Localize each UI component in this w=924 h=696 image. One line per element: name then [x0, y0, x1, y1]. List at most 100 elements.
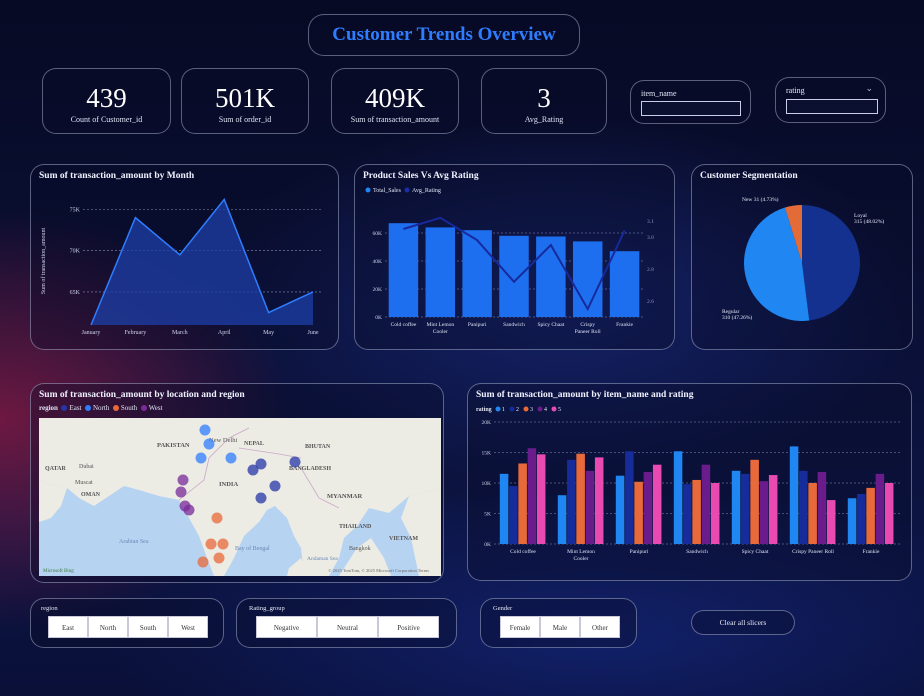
- sales-bar: [572, 241, 603, 317]
- x-tick-label: June: [308, 330, 319, 336]
- rating-group-option-negative[interactable]: Negative: [256, 616, 317, 638]
- region-option-west[interactable]: West: [168, 616, 208, 638]
- legend-marker: [551, 406, 557, 412]
- title-card: Customer Trends Overview: [308, 14, 580, 56]
- map-label: Andaman Sea: [307, 556, 338, 562]
- landmass: [401, 488, 441, 576]
- map-bubble: [225, 452, 237, 464]
- item-name-dropdown[interactable]: [641, 101, 741, 116]
- x-tick-label: Panipuri: [630, 549, 649, 555]
- x-tick-label: Cooler: [433, 329, 448, 335]
- slicer-label: item_name: [641, 89, 677, 98]
- rating-bar: [750, 459, 759, 544]
- rating-bar: [847, 498, 857, 544]
- customer-segmentation-panel: Customer Segmentation Loyal 315 (48.02%) R…: [691, 164, 913, 350]
- y-tick-label: 5K: [484, 512, 491, 518]
- pie-data-label: 315 (48.02%): [854, 218, 884, 225]
- map-bubble: [217, 538, 229, 550]
- legend-label: Total_Sales: [373, 188, 402, 194]
- legend-marker: [365, 187, 371, 193]
- kpi-label: Count of Customer_id: [70, 115, 143, 124]
- rating-group-option-positive[interactable]: Positive: [378, 616, 439, 638]
- rating-bar: [518, 463, 527, 544]
- rating-bar: [594, 457, 604, 544]
- item-name-slicer[interactable]: item_name: [630, 80, 751, 124]
- map-label: PAKISTAN: [157, 442, 190, 449]
- kpi-value: 439: [86, 83, 127, 113]
- legend-marker: [495, 406, 501, 412]
- legend-label: East: [69, 404, 82, 412]
- y-tick-label: 65K: [70, 290, 81, 296]
- sales-bar: [388, 223, 419, 317]
- month-area-chart-panel: Sum of transaction_amount by Month 65K 70…: [30, 164, 339, 350]
- month-area-chart: 65K 70K 75K January February March April May Jun…: [40, 197, 321, 336]
- rating-bar: [536, 454, 546, 544]
- clear-all-label: Clear all slicers: [719, 618, 767, 627]
- rating-bar: [817, 472, 827, 544]
- x-tick-label: Panipuri: [468, 322, 487, 328]
- y2-tick-label: 2.8: [647, 267, 654, 273]
- map-label: Bay of Bengal: [235, 545, 270, 552]
- gender-option-female[interactable]: Female: [500, 616, 540, 638]
- map-svg[interactable]: PAKISTAN New Delhi NEPAL BHUTAN BANGLADE…: [39, 418, 441, 576]
- region-option-north[interactable]: North: [88, 616, 128, 638]
- x-tick-label: May: [263, 330, 274, 336]
- y-tick-label: 20K: [373, 287, 383, 293]
- rating-bar: [808, 483, 817, 544]
- legend-label: 4: [544, 407, 547, 413]
- chevron-down-icon[interactable]: ⌄: [865, 83, 873, 94]
- x-tick-label: Mint Lemon: [567, 549, 595, 555]
- rating-bar: [652, 464, 662, 544]
- rating-slicer[interactable]: rating ⌄: [775, 77, 886, 123]
- gender-option-male[interactable]: Male: [540, 616, 580, 638]
- rating-bar: [585, 470, 595, 544]
- item-rating-bar-chart: rating 1 2 3 4 5 0K 5K 10K 15K 20K Cold coffee Mint …: [476, 406, 900, 562]
- y-tick-label: 20K: [482, 420, 492, 426]
- legend-marker: [523, 406, 529, 412]
- y2-tick-label: 2.6: [647, 299, 654, 305]
- rating-group-option-neutral[interactable]: Neutral: [317, 616, 378, 638]
- rating-bar: [701, 464, 711, 544]
- region-option-east[interactable]: East: [48, 616, 88, 638]
- map-bubble: [183, 504, 195, 516]
- gender-option-other[interactable]: Other: [580, 616, 620, 638]
- legend-label: West: [148, 404, 163, 412]
- pie-data-label: New 31 (4.73%): [742, 196, 779, 203]
- kpi-card-order-sum: 501K Sum of order_id: [181, 68, 309, 134]
- area-fill: [91, 199, 313, 325]
- x-tick-label: January: [82, 330, 101, 336]
- rating-bar: [499, 473, 509, 544]
- sales-bar: [425, 227, 456, 317]
- x-tick-label: Cold coffee: [510, 548, 536, 555]
- gender-slicer[interactable]: Gender Female Male Other: [480, 598, 637, 648]
- legend-label: 3: [530, 407, 533, 413]
- x-tick-label: Spicy Chaat: [537, 322, 564, 328]
- region-slicer[interactable]: region East North South West: [30, 598, 224, 648]
- rating-bar: [692, 479, 701, 544]
- rating-bar: [576, 453, 585, 544]
- y2-tick-label: 3.1: [647, 219, 654, 225]
- map-canvas[interactable]: PAKISTAN New Delhi NEPAL BHUTAN BANGLADE…: [39, 418, 441, 576]
- clear-all-slicers-button[interactable]: Clear all slicers: [691, 610, 795, 635]
- region-option-south[interactable]: South: [128, 616, 168, 638]
- pie-data-label: 310 (47.26%): [722, 314, 752, 321]
- legend-title: region: [39, 404, 58, 412]
- legend-marker: [140, 405, 147, 412]
- rating-bar: [615, 475, 625, 544]
- rating-bar: [731, 470, 741, 544]
- kpi-value: 501K: [215, 83, 275, 113]
- chart-title: Sum of transaction_amount by location an…: [39, 390, 245, 400]
- y-tick-label: 0K: [375, 315, 382, 321]
- legend-marker: [85, 405, 91, 412]
- x-tick-label: April: [218, 330, 231, 336]
- y-tick-label: 0K: [484, 542, 491, 548]
- rating-bar: [799, 470, 808, 544]
- rating-dropdown[interactable]: [786, 99, 878, 114]
- y-tick-label: 60K: [373, 231, 383, 237]
- kpi-card-transaction-sum: 409K Sum of transaction_amount: [331, 68, 459, 134]
- rating-group-slicer[interactable]: Rating_group Negative Neutral Positive: [236, 598, 457, 648]
- rating-bar: [857, 493, 866, 544]
- rating-bar: [527, 448, 537, 544]
- map-label: Dubai: [79, 464, 94, 470]
- rating-bar: [643, 472, 653, 544]
